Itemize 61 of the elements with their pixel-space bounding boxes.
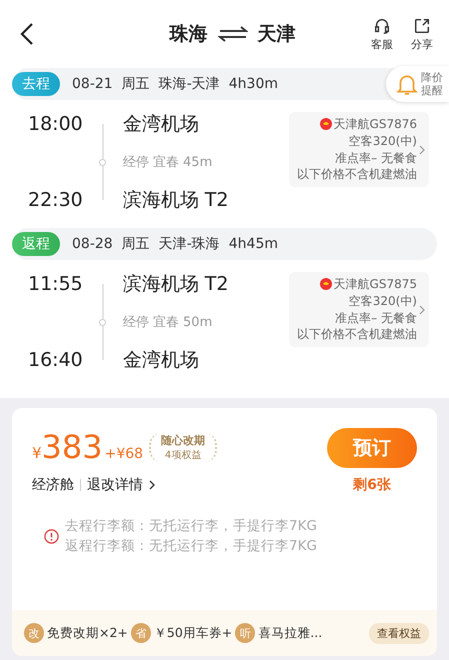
header-action[interactable]: 分享 xyxy=(411,16,433,52)
seats-remaining: 剩6张 xyxy=(353,476,391,494)
perk-icon: 改 xyxy=(24,623,44,643)
refund-rules-link[interactable]: 退改详情 xyxy=(87,476,143,494)
share-icon xyxy=(413,16,431,34)
trip-weekday: 周五 xyxy=(122,235,150,253)
trip-route: 珠海-天津 xyxy=(158,75,220,93)
perk-icon: 听 xyxy=(235,623,256,643)
departure-airport: 金湾机场 xyxy=(122,112,199,137)
flight-info-card[interactable]: 天津航GS7875 空客320(中) 准点率– 无餐食 以下价格不含机建燃油 xyxy=(289,272,429,348)
headset-icon xyxy=(373,16,391,34)
stopover-info: 经停 宜春 50m xyxy=(122,314,212,331)
price: 383 xyxy=(42,428,103,466)
trip-duration: 4h45m xyxy=(228,236,278,252)
trip-tag: 返程 xyxy=(12,232,60,256)
airline-logo-icon xyxy=(320,278,332,290)
view-benefits-link[interactable]: 查看权益 xyxy=(369,622,429,644)
perk-label: ￥50用车券+ xyxy=(154,624,232,642)
perk-label: 免费改期×2+ xyxy=(47,624,128,642)
swap-arrows-icon[interactable] xyxy=(218,26,248,42)
arrival-airport: 滨海机场 T2 xyxy=(122,188,228,213)
price-note: 以下价格不含机建燃油 xyxy=(297,166,417,184)
trip-weekday: 周五 xyxy=(122,75,150,93)
chevron-right-icon xyxy=(149,480,155,490)
trip-tag: 去程 xyxy=(12,72,60,96)
departure-time: 18:00 xyxy=(28,113,83,135)
extra-price: +¥68 xyxy=(104,446,144,462)
trip-duration: 4h30m xyxy=(228,76,278,92)
flight-details: 准点率– 无餐食 xyxy=(335,150,417,166)
arrival-time: 16:40 xyxy=(28,349,83,371)
baggage-allowance: 去程行李额：无托运行李，手提行李7KG xyxy=(65,517,317,536)
warning-icon xyxy=(44,528,59,544)
arrival-airport: 金湾机场 xyxy=(122,348,199,373)
arrival-time: 22:30 xyxy=(28,189,83,211)
flight-number: 天津航GS7875 xyxy=(334,276,417,293)
aircraft-type: 空客320(中) xyxy=(348,292,417,310)
destination-city: 天津 xyxy=(258,22,296,47)
departure-time: 11:55 xyxy=(28,273,83,295)
aircraft-type: 空客320(中) xyxy=(348,132,417,150)
flight-info-card[interactable]: 天津航GS7876 空客320(中) 准点率– 无餐食 以下价格不含机建燃油 xyxy=(289,112,429,188)
trip-date: 08-21 xyxy=(72,76,113,92)
origin-city: 珠海 xyxy=(170,22,208,47)
airline-logo-icon xyxy=(320,118,332,130)
trip-route: 天津-珠海 xyxy=(158,235,220,253)
price-alert-button[interactable]: 降价 提醒 xyxy=(386,66,449,102)
flight-details: 准点率– 无餐食 xyxy=(335,310,417,326)
perk-label: 喜马拉雅... xyxy=(258,624,322,642)
price-note: 以下价格不含机建燃油 xyxy=(297,326,417,344)
perk-icon: 省 xyxy=(130,623,151,643)
chevron-right-icon xyxy=(419,304,425,315)
benefit-badge[interactable]: 随心改期 4项权益 xyxy=(149,432,218,462)
trip-date: 08-28 xyxy=(72,236,113,252)
currency-symbol: ¥ xyxy=(32,444,42,462)
cabin-class: 经济舱 xyxy=(32,476,74,494)
header-action[interactable]: 客服 xyxy=(371,16,393,52)
back-icon[interactable] xyxy=(20,22,34,46)
chevron-right-icon xyxy=(419,144,425,155)
stopover-info: 经停 宜春 45m xyxy=(122,154,212,171)
departure-airport: 滨海机场 T2 xyxy=(122,272,228,297)
flight-number: 天津航GS7876 xyxy=(334,116,417,133)
baggage-allowance: 返程行李额：无托运行李，手提行李7KG xyxy=(65,537,317,556)
